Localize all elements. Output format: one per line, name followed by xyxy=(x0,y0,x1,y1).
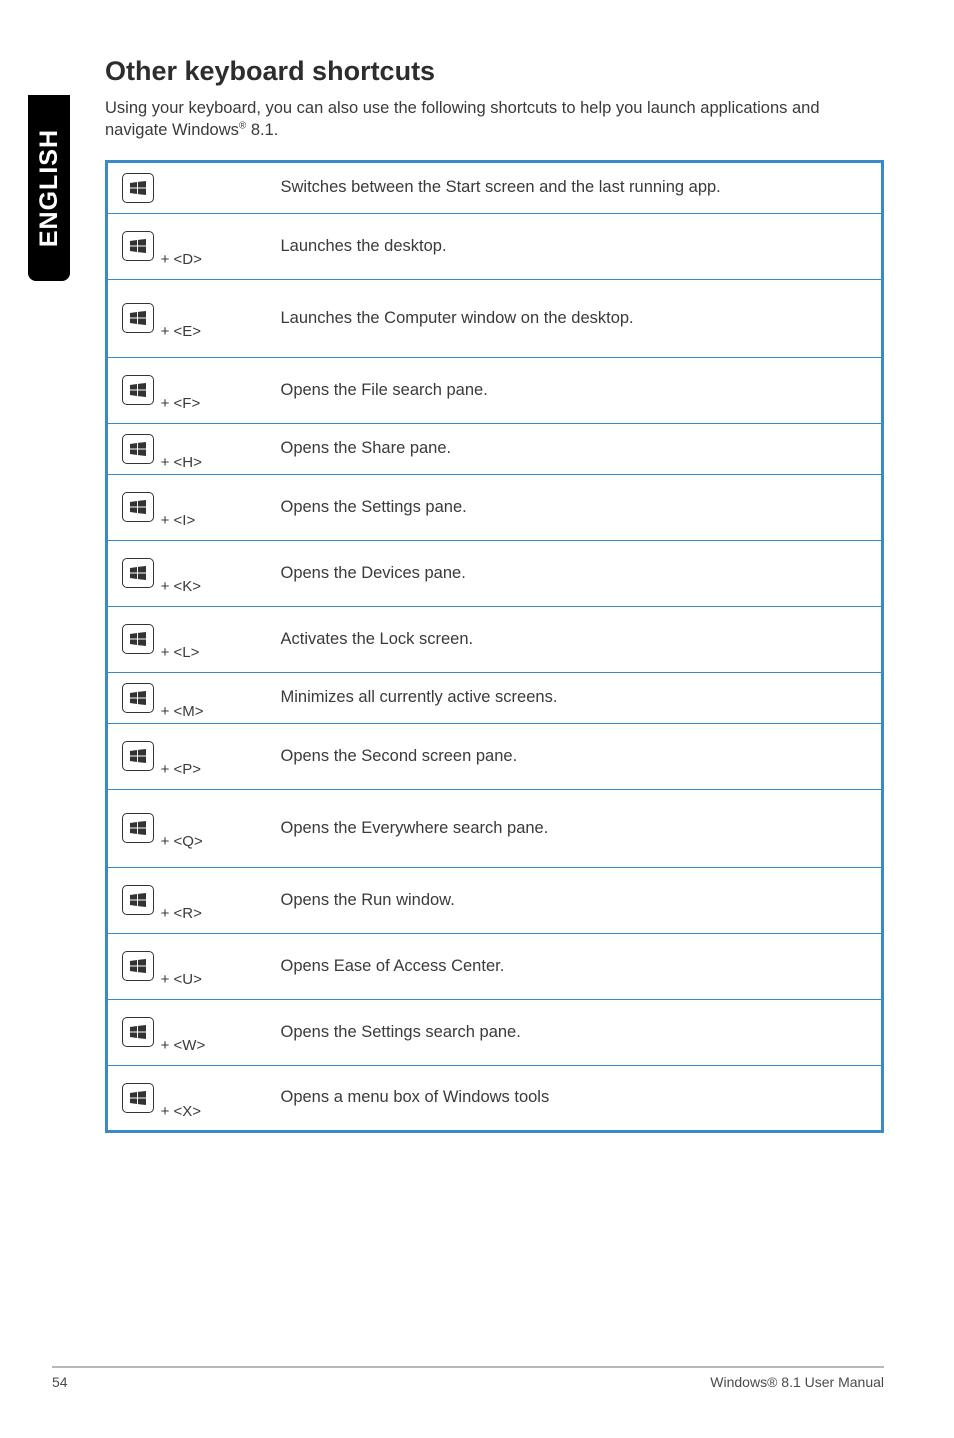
key-combo: + <U> xyxy=(161,971,202,988)
windows-key-icon xyxy=(122,492,154,522)
desc-cell: Opens the Settings pane. xyxy=(267,474,883,540)
desc-cell: Opens the Second screen pane. xyxy=(267,723,883,789)
windows-key-icon xyxy=(122,558,154,588)
desc-cell: Opens the Share pane. xyxy=(267,423,883,474)
key-combo: + <M> xyxy=(161,703,204,720)
key-cell: + <D> xyxy=(107,213,267,279)
windows-key-icon xyxy=(122,951,154,981)
table-row: + <H> Opens the Share pane. xyxy=(107,423,883,474)
table-row: + <E> Launches the Computer window on th… xyxy=(107,279,883,357)
key-combo: + <L> xyxy=(161,644,200,661)
intro-text: Using your keyboard, you can also use th… xyxy=(105,97,884,142)
windows-key-icon xyxy=(122,624,154,654)
language-tab: ENGLISH xyxy=(28,95,70,281)
windows-key-icon xyxy=(122,375,154,405)
key-combo: + <X> xyxy=(161,1103,201,1120)
desc-cell: Opens the Devices pane. xyxy=(267,540,883,606)
windows-key-icon xyxy=(122,1017,154,1047)
key-combo: + <I> xyxy=(161,512,196,529)
desc-cell: Launches the desktop. xyxy=(267,213,883,279)
key-combo: + <P> xyxy=(161,761,201,778)
key-cell: + <U> xyxy=(107,933,267,999)
table-row: + <R> Opens the Run window. xyxy=(107,867,883,933)
key-combo: + <F> xyxy=(161,395,201,412)
windows-key-icon xyxy=(122,1083,154,1113)
table-row: + <Q> Opens the Everywhere search pane. xyxy=(107,789,883,867)
page-heading: Other keyboard shortcuts xyxy=(105,56,884,87)
intro-post: 8.1. xyxy=(246,121,278,139)
table-row: + <W> Opens the Settings search pane. xyxy=(107,999,883,1065)
table-row: + <P> Opens the Second screen pane. xyxy=(107,723,883,789)
shortcuts-table: Switches between the Start screen and th… xyxy=(105,160,884,1133)
table-row: + <I> Opens the Settings pane. xyxy=(107,474,883,540)
table-row: + <U> Opens Ease of Access Center. xyxy=(107,933,883,999)
table-row: Switches between the Start screen and th… xyxy=(107,161,883,213)
page-footer: 54 Windows® 8.1 User Manual xyxy=(52,1366,884,1390)
windows-key-icon xyxy=(122,813,154,843)
desc-cell: Opens the Everywhere search pane. xyxy=(267,789,883,867)
key-combo: + <Q> xyxy=(161,833,203,850)
key-cell: + <I> xyxy=(107,474,267,540)
windows-key-icon xyxy=(122,231,154,261)
windows-key-icon xyxy=(122,683,154,713)
intro-pre: Using your keyboard, you can also use th… xyxy=(105,99,820,139)
desc-cell: Opens Ease of Access Center. xyxy=(267,933,883,999)
windows-key-icon xyxy=(122,303,154,333)
windows-key-icon xyxy=(122,434,154,464)
desc-cell: Minimizes all currently active screens. xyxy=(267,672,883,723)
desc-cell: Opens the File search pane. xyxy=(267,357,883,423)
desc-cell: Opens the Run window. xyxy=(267,867,883,933)
key-cell: + <X> xyxy=(107,1065,267,1131)
key-combo: + <K> xyxy=(161,578,201,595)
desc-cell: Opens a menu box of Windows tools xyxy=(267,1065,883,1131)
key-combo: + <H> xyxy=(161,454,202,471)
table-row: + <D> Launches the desktop. xyxy=(107,213,883,279)
windows-key-icon xyxy=(122,885,154,915)
language-tab-label: ENGLISH xyxy=(35,129,64,247)
desc-cell: Activates the Lock screen. xyxy=(267,606,883,672)
key-cell: + <H> xyxy=(107,423,267,474)
key-cell: + <W> xyxy=(107,999,267,1065)
content-area: Other keyboard shortcuts Using your keyb… xyxy=(105,56,884,1133)
table-row: + <K> Opens the Devices pane. xyxy=(107,540,883,606)
key-cell: + <F> xyxy=(107,357,267,423)
key-cell: + <K> xyxy=(107,540,267,606)
windows-key-icon xyxy=(122,173,154,203)
page-number: 54 xyxy=(52,1374,68,1390)
key-cell: + <P> xyxy=(107,723,267,789)
key-combo: + <W> xyxy=(161,1037,206,1054)
table-row: + <F> Opens the File search pane. xyxy=(107,357,883,423)
key-cell: + <L> xyxy=(107,606,267,672)
desc-cell: Launches the Computer window on the desk… xyxy=(267,279,883,357)
desc-cell: Switches between the Start screen and th… xyxy=(267,161,883,213)
footer-title: Windows® 8.1 User Manual xyxy=(710,1374,884,1390)
key-combo: + <E> xyxy=(161,323,201,340)
table-row: + <X> Opens a menu box of Windows tools xyxy=(107,1065,883,1131)
page: ENGLISH Other keyboard shortcuts Using y… xyxy=(0,0,954,1438)
table-row: + <M> Minimizes all currently active scr… xyxy=(107,672,883,723)
key-combo: + <R> xyxy=(161,905,202,922)
windows-key-icon xyxy=(122,741,154,771)
desc-cell: Opens the Settings search pane. xyxy=(267,999,883,1065)
key-cell: + <E> xyxy=(107,279,267,357)
key-cell: + <R> xyxy=(107,867,267,933)
key-cell: + <M> xyxy=(107,672,267,723)
key-cell xyxy=(107,161,267,213)
table-row: + <L> Activates the Lock screen. xyxy=(107,606,883,672)
key-combo: + <D> xyxy=(161,251,202,268)
key-cell: + <Q> xyxy=(107,789,267,867)
